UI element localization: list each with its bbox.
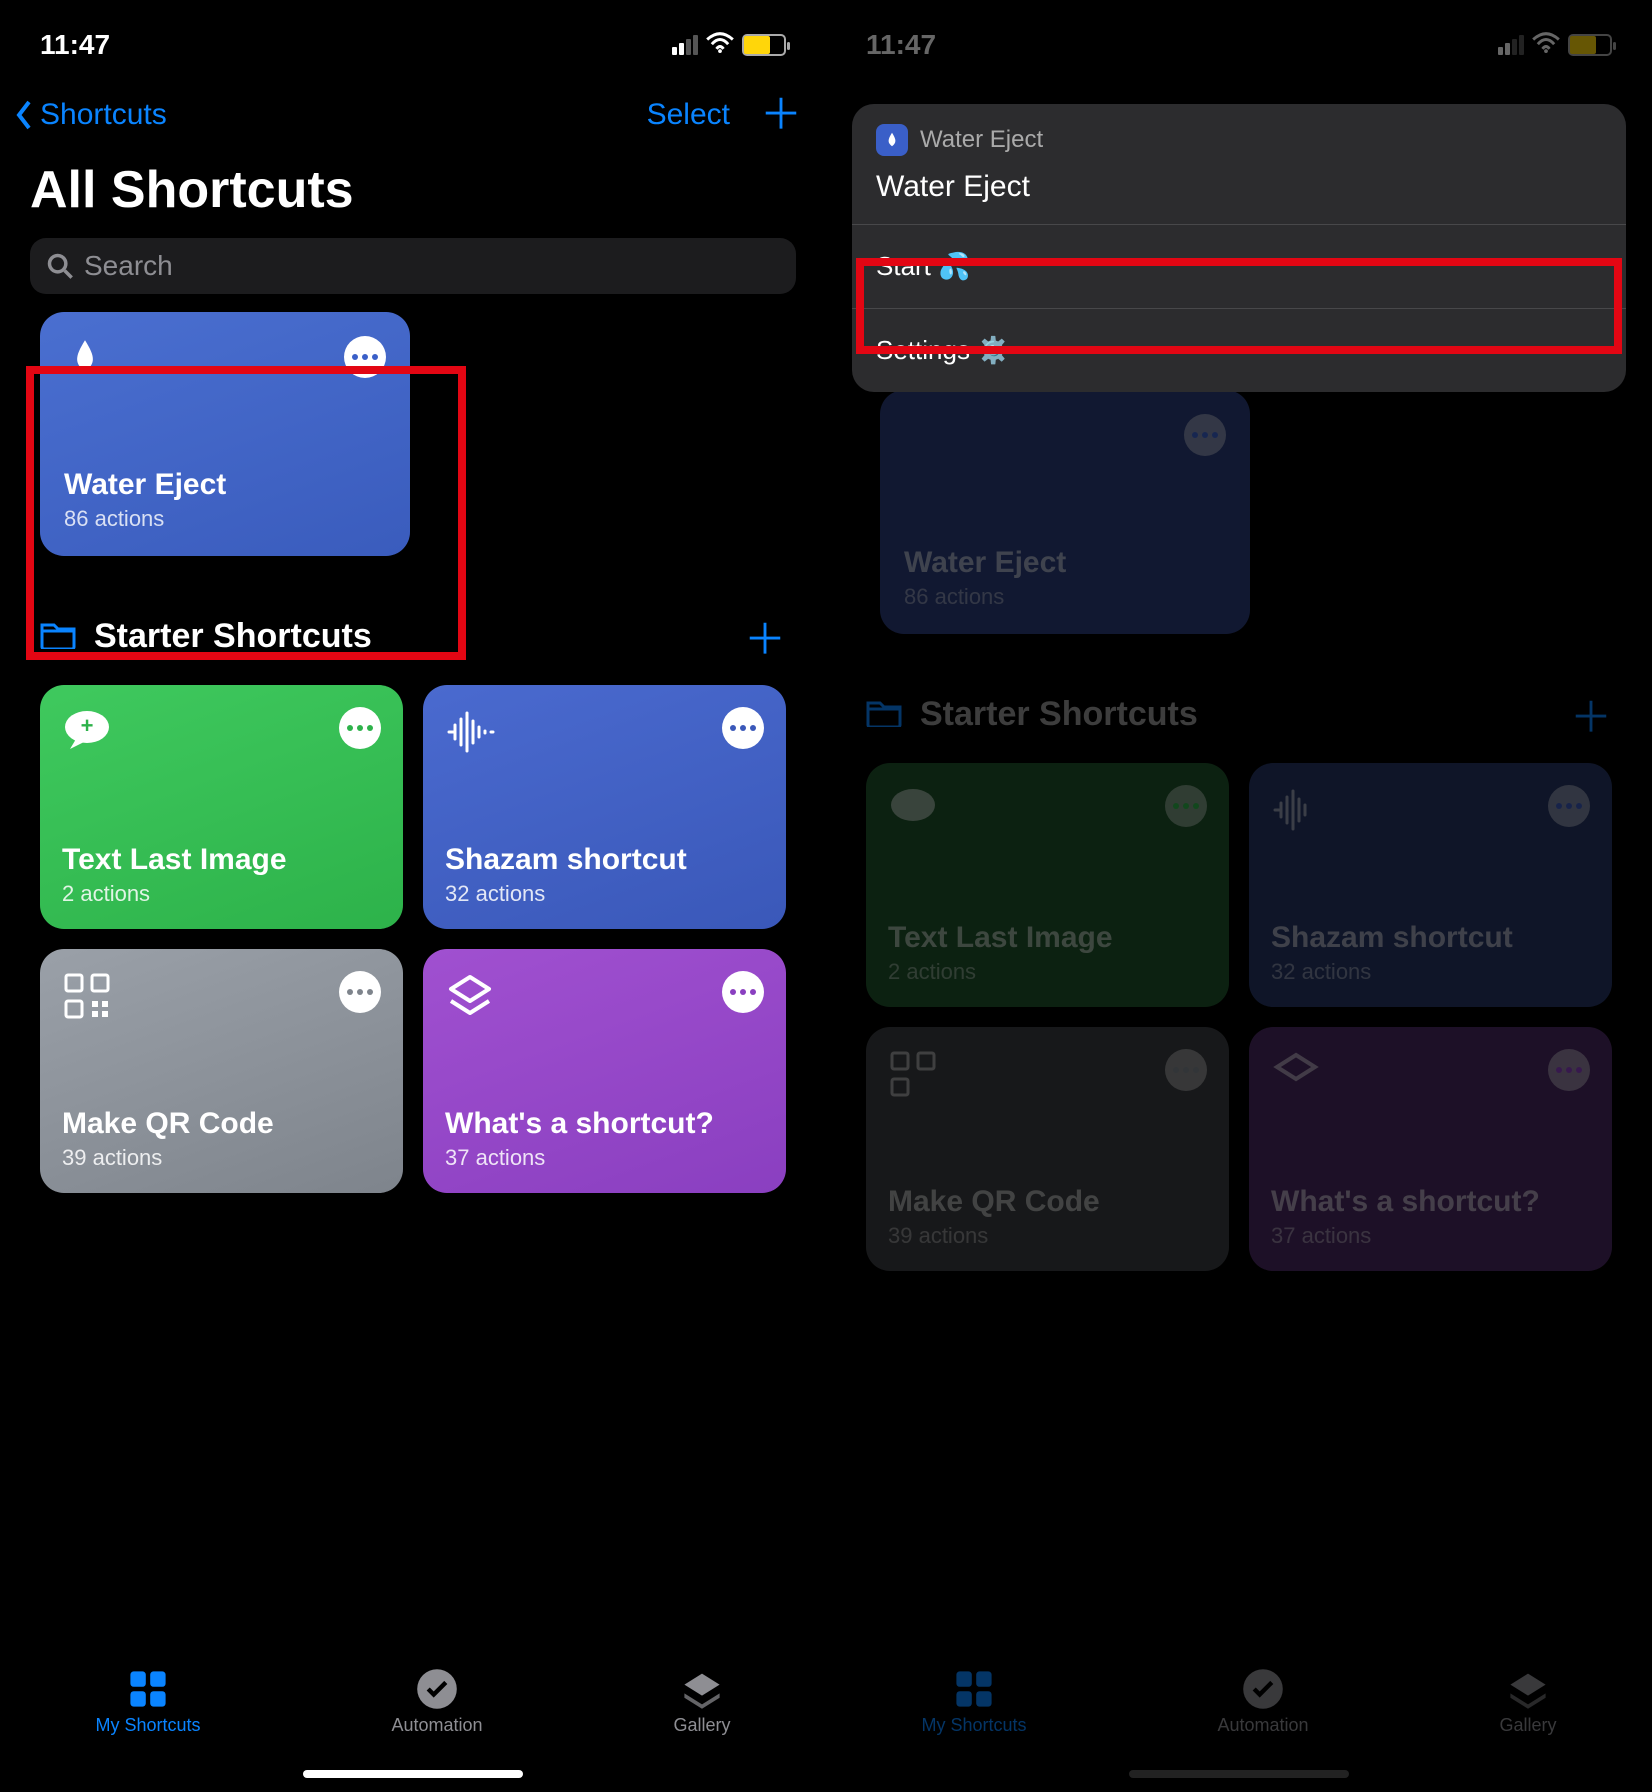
section-add-button[interactable]: ＋ [744,606,786,667]
folder-icon [40,619,76,654]
cellular-icon [672,35,698,55]
phone-left: 11:47 Shortcuts Select ＋ All Shortcuts S… [0,0,826,1792]
water-drop-icon [64,336,106,378]
select-button[interactable]: Select [647,98,730,132]
tile-sub: 32 actions [445,881,764,907]
speech-plus-icon: + [62,707,112,757]
waveform-icon [445,707,495,757]
qr-icon [62,971,112,1021]
shortcut-tile-water-eject[interactable]: Water Eject 86 actions [40,312,410,556]
search-placeholder: Search [84,250,173,282]
tile-sub: 86 actions [64,506,386,532]
nav-bar: Shortcuts Select ＋ [0,90,826,150]
layers-icon [445,971,495,1021]
status-bar: 11:47 [0,0,826,90]
add-button[interactable]: ＋ [760,94,802,136]
tile-sub: 37 actions [445,1145,764,1171]
more-button[interactable] [344,336,386,378]
tile-label: Make QR Code [62,1107,381,1141]
tile-label: What's a shortcut? [445,1107,764,1141]
tab-automation[interactable]: Automation [391,1669,482,1736]
stack-icon [680,1669,724,1709]
clock: 11:47 [40,29,110,61]
tile-sub: 2 actions [62,881,381,907]
wifi-icon [706,29,734,61]
tab-gallery[interactable]: Gallery [673,1669,730,1736]
tile-sub: 39 actions [62,1145,381,1171]
back-button[interactable]: Shortcuts [14,98,167,132]
shortcut-tile-shazam[interactable]: Shazam shortcut 32 actions [423,685,786,929]
tab-label: Automation [391,1715,482,1736]
shortcut-tile-whats[interactable]: What's a shortcut? 37 actions [423,949,786,1193]
water-drop-icon [876,124,908,156]
sheet-option-start[interactable]: Start 💦 [852,225,1626,308]
sheet-header: Water Eject [876,124,1602,156]
battery-icon [742,34,786,56]
sheet-title: Water Eject [876,156,1602,224]
back-label: Shortcuts [40,98,167,132]
tab-label: My Shortcuts [95,1715,200,1736]
section-title: Starter Shortcuts [94,617,372,656]
phone-right: 11:47 Water Eject 86 actions Starter Sho… [826,0,1652,1792]
shortcut-tile-qr[interactable]: Make QR Code 39 actions [40,949,403,1193]
tile-label: Shazam shortcut [445,843,764,877]
more-button[interactable] [339,707,381,749]
clock-check-icon [415,1669,459,1709]
home-indicator[interactable] [303,1770,523,1778]
chevron-left-icon [14,98,36,132]
section-header: Starter Shortcuts ＋ [0,556,826,685]
tile-label: Water Eject [64,468,386,502]
more-button[interactable] [722,707,764,749]
search-input[interactable]: Search [30,238,796,294]
more-button[interactable] [339,971,381,1013]
more-button[interactable] [722,971,764,1013]
tile-label: Text Last Image [62,843,381,877]
grid-icon [126,1669,170,1709]
search-icon [46,252,74,280]
sheet-option-settings[interactable]: Settings ⚙️ [852,309,1626,392]
page-title: All Shortcuts [0,150,826,234]
tab-my-shortcuts[interactable]: My Shortcuts [95,1669,200,1736]
svg-text:+: + [81,713,94,738]
tab-label: Gallery [673,1715,730,1736]
sheet-app-label: Water Eject [920,126,1043,154]
shortcut-run-sheet: Water Eject Water Eject Start 💦 Settings… [852,104,1626,392]
shortcut-tile-text-last-image[interactable]: + Text Last Image 2 actions [40,685,403,929]
